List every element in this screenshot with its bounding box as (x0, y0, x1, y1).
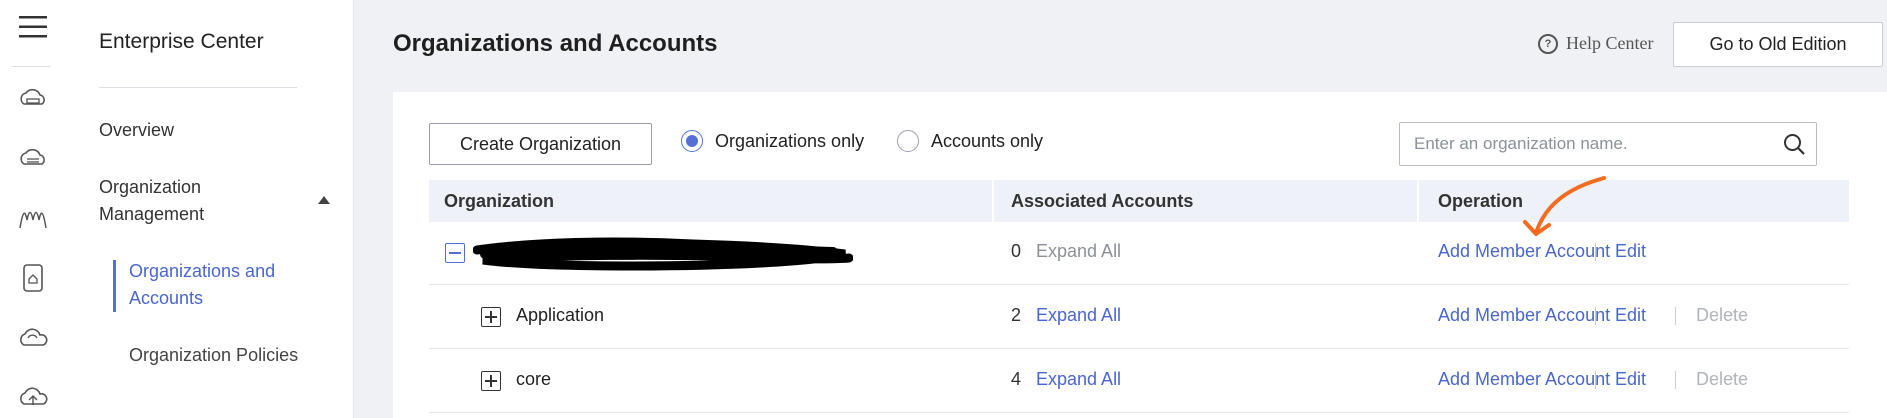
edit-link[interactable]: Edit (1615, 305, 1646, 326)
help-center-link[interactable]: ? Help Center (1538, 33, 1653, 54)
organization-name: core (516, 369, 552, 389)
table-row: Application 2 Expand All Add Member Acco… (429, 286, 1849, 349)
delete-link: Delete (1696, 369, 1749, 389)
expand-icon[interactable] (481, 371, 501, 391)
search-icon[interactable] (1782, 132, 1806, 156)
radio-selected-icon (681, 130, 703, 152)
associated-accounts-count: 4 (1011, 369, 1022, 389)
delete-link: Delete (1696, 305, 1749, 325)
menu-icon[interactable] (16, 10, 50, 44)
organizations-card: Create Organization Organizations only A… (393, 92, 1887, 418)
sidebar-item-overview[interactable]: Overview (99, 117, 174, 144)
operation-divider (1675, 371, 1676, 389)
operation-divider (1595, 307, 1596, 325)
annotation-arrow-icon (1523, 176, 1606, 236)
operation-divider (1595, 243, 1596, 261)
sidebar-item-organization-management[interactable]: Organization Management (99, 174, 249, 228)
sidebar-title: Enterprise Center (99, 30, 264, 53)
expand-all-link[interactable]: Expand All (1036, 305, 1121, 326)
column-header-operation: Operation (1438, 191, 1524, 211)
radio-organizations-label: Organizations only (715, 130, 865, 151)
organization-search-box (1399, 122, 1817, 166)
caret-up-icon[interactable] (318, 196, 330, 204)
icon-rail (0, 0, 66, 418)
monitoring-icon[interactable] (16, 201, 50, 235)
operation-divider (1675, 307, 1676, 325)
collapse-icon[interactable] (445, 243, 465, 263)
active-indicator (113, 260, 116, 312)
column-header-associated-accounts: Associated Accounts (996, 180, 1419, 222)
associated-accounts-count: 2 (1011, 305, 1022, 325)
create-organization-button[interactable]: Create Organization (429, 123, 652, 165)
expand-icon[interactable] (481, 307, 501, 327)
cloud-icon[interactable] (16, 321, 50, 355)
radio-accounts-label: Accounts only (931, 130, 1044, 151)
sidebar-subitem-organizations-and-accounts[interactable]: Organizations and Accounts (129, 258, 309, 312)
redacted-name-scribble (473, 237, 853, 271)
sidebar-subitem-organization-policies[interactable]: Organization Policies (129, 342, 309, 369)
add-member-account-link[interactable]: Add Member Account (1438, 369, 1610, 390)
rail-divider (12, 66, 50, 67)
table-header: Organization Associated Accounts Operati… (429, 180, 1849, 222)
edit-link[interactable]: Edit (1615, 241, 1646, 262)
column-header-organization: Organization (429, 180, 994, 222)
help-center-label: Help Center (1566, 33, 1654, 53)
database-icon[interactable] (16, 141, 50, 175)
radio-organizations-only[interactable]: Organizations only (681, 130, 864, 152)
add-member-account-link[interactable]: Add Member Account (1438, 241, 1610, 262)
help-icon: ? (1538, 33, 1558, 54)
organization-name: Application (516, 305, 605, 325)
radio-unselected-icon (897, 130, 919, 152)
go-to-old-edition-button[interactable]: Go to Old Edition (1673, 22, 1883, 67)
add-member-account-link[interactable]: Add Member Account (1438, 305, 1610, 326)
cloud-upload-icon[interactable] (16, 381, 50, 415)
cloud-server-icon[interactable] (16, 82, 50, 116)
edit-link[interactable]: Edit (1615, 369, 1646, 390)
radio-accounts-only[interactable]: Accounts only (897, 130, 1043, 152)
page-title: Organizations and Accounts (393, 30, 718, 57)
expand-all-link[interactable]: Expand All (1036, 369, 1121, 390)
operation-divider (1595, 371, 1596, 389)
expand-all-link: Expand All (1036, 241, 1122, 261)
sidebar-divider (99, 87, 297, 88)
table-row: 0 Expand All Add Member Account Edit (429, 222, 1849, 285)
storage-device-icon[interactable] (16, 261, 50, 295)
enterprise-sidebar: Enterprise Center Overview Organization … (65, 0, 354, 418)
associated-accounts-count: 0 (1011, 241, 1022, 261)
table-row: core 4 Expand All Add Member Account Edi… (429, 350, 1849, 413)
organization-search-input[interactable] (1414, 123, 1754, 165)
